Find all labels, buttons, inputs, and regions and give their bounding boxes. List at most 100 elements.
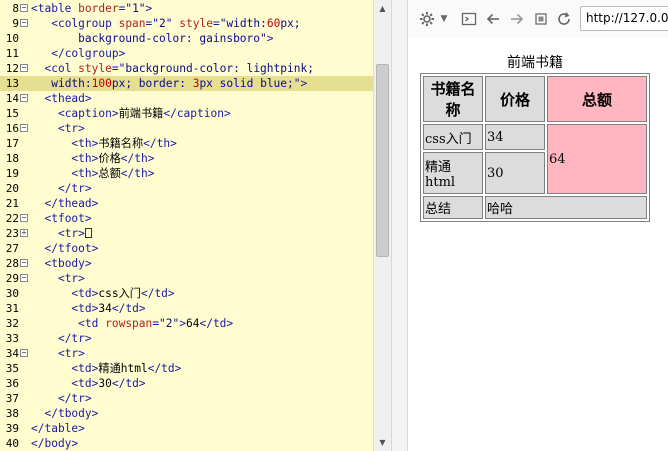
line-number: 32 — [5, 317, 19, 330]
line-number: 12 — [5, 62, 19, 75]
code-token: <caption> — [57, 107, 119, 120]
fold-collapse-icon[interactable]: − — [20, 274, 28, 282]
code-token: </td> — [147, 362, 182, 375]
fold-collapse-icon[interactable]: − — [20, 19, 28, 27]
table-row: css入门 34 64 — [423, 124, 647, 194]
code-line[interactable]: 30 <td>css入门</td> — [0, 286, 373, 301]
code-token: px; border: — [111, 77, 193, 90]
code-token: 100 — [91, 77, 112, 90]
code-text: <td rowspan="2">64</td> — [31, 316, 233, 331]
code-line[interactable]: 18 <th>价格</th> — [0, 151, 373, 166]
gear-icon[interactable] — [418, 9, 436, 29]
price-cell: 30 — [485, 152, 545, 194]
fold-collapse-icon[interactable]: − — [20, 94, 28, 102]
code-text: <tr> — [31, 271, 85, 286]
code-line[interactable]: 33 </tr> — [0, 331, 373, 346]
code-token: 60 — [266, 17, 281, 30]
code-line[interactable]: 34− <tr> — [0, 346, 373, 361]
code-line[interactable]: 19 <th>总额</th> — [0, 166, 373, 181]
line-number: 21 — [5, 197, 19, 210]
pane-splitter[interactable] — [391, 0, 408, 451]
fold-collapse-icon[interactable]: − — [20, 4, 28, 12]
code-token: span — [118, 17, 146, 30]
code-line[interactable]: 17 <th>书籍名称</th> — [0, 136, 373, 151]
code-line[interactable]: 38 </tbody> — [0, 406, 373, 421]
code-line[interactable]: 23 + <tr> — [0, 226, 373, 241]
fold-expand-icon[interactable]: + — [20, 229, 28, 237]
editor-vertical-scrollbar[interactable]: ▲ ▼ — [373, 0, 391, 451]
code-line[interactable]: 16− <tr> — [0, 121, 373, 136]
scrollbar-thumb[interactable] — [376, 64, 389, 257]
line-number: 10 — [5, 32, 19, 45]
page-viewport: 前端书籍 书籍名称 价格 总额 总结 哈哈 css入门 34 64 精通html… — [408, 38, 668, 451]
code-token: "2" — [152, 17, 173, 30]
code-token: </th> — [143, 137, 177, 150]
scroll-up-arrow-icon[interactable]: ▲ — [374, 0, 391, 17]
code-line[interactable]: 40 </body> — [0, 436, 373, 451]
code-token: <td> — [71, 287, 99, 300]
code-line[interactable]: 29− <tr> — [0, 271, 373, 286]
code-text: </thead> — [31, 196, 98, 211]
fold-collapse-icon[interactable]: − — [20, 64, 28, 72]
code-line[interactable]: 14− <thead> — [0, 91, 373, 106]
code-line[interactable]: 9− <colgroup span="2" style="width:60px; — [0, 16, 373, 31]
fold-collapse-icon[interactable]: − — [20, 124, 28, 132]
code-token: <tr> — [57, 272, 85, 285]
code-token: border — [78, 2, 119, 15]
code-line[interactable]: 22− <tfoot> — [0, 211, 373, 226]
back-icon[interactable] — [484, 9, 502, 29]
code-line[interactable]: 11 </colgroup> — [0, 46, 373, 61]
code-text: <td>34</td> — [31, 301, 145, 316]
book-name-cell: 精通html — [423, 152, 483, 194]
code-token: <tr> — [57, 227, 85, 240]
code-line[interactable]: 13 width:100px; border: 3px solid blue;"… — [0, 76, 373, 91]
code-line[interactable]: 37 </tr> — [0, 391, 373, 406]
fold-collapse-icon[interactable]: − — [20, 259, 28, 267]
code-text: <tr> — [31, 346, 85, 361]
code-line[interactable]: 32 <td rowspan="2">64</td> — [0, 316, 373, 331]
code-line[interactable]: 39 </table> — [0, 421, 373, 436]
fold-collapse-icon[interactable]: − — [20, 349, 28, 357]
code-text: <caption>前端书籍</caption> — [31, 106, 231, 121]
code-line[interactable]: 15 <caption>前端书籍</caption> — [0, 106, 373, 121]
code-line[interactable]: 20 </tr> — [0, 181, 373, 196]
forward-icon[interactable] — [508, 9, 526, 29]
code-line[interactable]: 21 </thead> — [0, 196, 373, 211]
code-text: </tr> — [31, 331, 92, 346]
code-line[interactable]: 8− <table border="1"> — [0, 1, 373, 16]
code-line[interactable]: 36 <td>30</td> — [0, 376, 373, 391]
code-token: <thead> — [44, 92, 92, 105]
code-line[interactable]: 35 <td>精通html</td> — [0, 361, 373, 376]
scroll-down-arrow-icon[interactable]: ▼ — [374, 434, 391, 451]
fold-collapse-icon[interactable]: − — [20, 214, 28, 222]
code-line[interactable]: 10 background-color: gainsboro"> — [0, 31, 373, 46]
code-editor[interactable]: 8− <table border="1"> 9− <colgroup span="2… — [0, 0, 391, 451]
line-number: 33 — [5, 332, 19, 345]
code-token: 总额 — [98, 167, 121, 180]
code-token: <td> — [71, 362, 99, 375]
line-number: 17 — [5, 137, 19, 150]
dropdown-icon[interactable]: ▼ — [438, 9, 450, 29]
code-text: </tr> — [31, 391, 92, 406]
line-number: 28 — [5, 257, 19, 270]
console-icon[interactable] — [460, 9, 478, 29]
address-bar[interactable]: http://127.0.0.1 — [580, 6, 668, 31]
code-line[interactable]: 28− <tbody> — [0, 256, 373, 271]
code-token: "1" — [125, 2, 146, 15]
code-token: <colgroup — [51, 17, 119, 30]
reload-icon[interactable] — [555, 9, 573, 29]
folded-region-icon[interactable] — [84, 228, 92, 238]
code-text: width:100px; border: 3px solid blue;"> — [31, 76, 307, 91]
code-token: <tbody> — [44, 257, 92, 270]
code-line[interactable]: 12− <col style="background-color: lightp… — [0, 61, 373, 76]
code-line[interactable]: 27 </tfoot> — [0, 241, 373, 256]
code-text: <tr> — [31, 121, 85, 136]
stop-icon[interactable] — [532, 9, 550, 29]
line-number: 35 — [5, 362, 19, 375]
code-line[interactable]: 31 <td>34</td> — [0, 301, 373, 316]
